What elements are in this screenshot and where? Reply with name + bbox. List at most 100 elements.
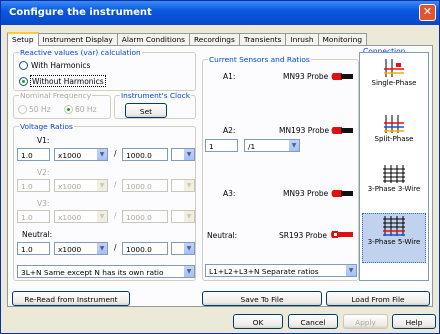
single-phase-icon — [384, 59, 404, 77]
neutral-unit-select[interactable]: ▼ — [171, 242, 195, 255]
a2-ratio-value: /1 — [248, 142, 256, 151]
a1-probe-icon — [331, 73, 353, 80]
tab-setup[interactable]: Setup — [7, 32, 39, 46]
v3-multiplier-select[interactable]: x1000 ▼ — [54, 210, 108, 223]
current-sensors-title: Current Sensors and Ratios — [208, 55, 311, 64]
v1-unit-select[interactable]: ▼ — [171, 148, 195, 161]
v3-unit-select[interactable]: ▼ — [171, 210, 195, 223]
v2-primary-input[interactable]: 1.0 — [17, 179, 50, 192]
chevron-down-icon: ▼ — [183, 211, 194, 222]
hz60-radio[interactable] — [64, 105, 73, 114]
connection-3phase-3wire[interactable]: 3-Phase 3-Wire — [362, 163, 426, 209]
set-clock-button[interactable]: Set — [125, 103, 167, 118]
hz50-radio[interactable] — [18, 105, 27, 114]
window-title: Configure the instrument — [9, 7, 152, 18]
current-mode-value: L1+L2+L3+N Separate ratios — [209, 267, 319, 276]
neutral-multiplier-value: x1000 — [58, 245, 82, 254]
v2-secondary-input[interactable]: 1000.0 — [122, 179, 168, 192]
neutral-secondary-input[interactable]: 1000.0 — [122, 242, 168, 255]
a3-probe-icon — [331, 190, 353, 197]
v3-primary-input[interactable]: 1.0 — [17, 210, 50, 223]
cancel-button[interactable]: Cancel — [288, 314, 338, 329]
reread-button[interactable]: Re-Read from Instrument — [12, 291, 130, 306]
three-phase-5wire-icon — [383, 216, 405, 236]
v1-multiplier-select[interactable]: x1000 ▼ — [54, 148, 108, 161]
ok-button[interactable]: OK — [233, 314, 283, 329]
chevron-down-icon: ▼ — [96, 211, 107, 222]
chevron-down-icon: ▼ — [96, 180, 107, 191]
voltage-mode-select[interactable]: 3L+N Same except N has its own ratio ▼ — [17, 265, 195, 278]
nominal-frequency-group: Nominal Frequency 50 Hz 60 Hz — [13, 91, 111, 119]
v3-slash: / — [114, 211, 117, 220]
voltage-ratios-title: Voltage Ratios — [19, 122, 74, 131]
current-sensors-group: Current Sensors and Ratios A1: MN93 Prob… — [202, 55, 359, 281]
clock-group: Instrument's Clock Set — [114, 91, 196, 119]
connection-3phase-5wire[interactable]: 3-Phase 5-Wire — [362, 213, 426, 263]
chevron-down-icon: ▼ — [345, 265, 356, 276]
a2-ratio-select[interactable]: /1 ▼ — [244, 139, 300, 152]
chevron-down-icon: ▼ — [183, 149, 194, 160]
tab-strip: Setup Instrument Display Alarm Condition… — [7, 32, 368, 46]
close-button[interactable]: ✕ — [419, 4, 436, 21]
hz60-label[interactable]: 60 Hz — [75, 105, 97, 114]
without-harmonics-label[interactable]: Without Harmonics — [30, 75, 106, 87]
chevron-down-icon: ▼ — [183, 180, 194, 191]
apply-button[interactable]: Apply — [343, 314, 388, 329]
a2-probe-name: MN193 Probe — [279, 126, 330, 135]
connection-split-phase-label: Split-Phase — [374, 135, 414, 143]
neutral-slash: / — [114, 243, 117, 252]
a1-probe-name: MN93 Probe — [283, 72, 329, 81]
a1-label: A1: — [223, 72, 236, 81]
voltage-ratios-group: Voltage Ratios V1: 1.0 x1000 ▼ / 1000.0 ▼… — [13, 122, 196, 281]
connection-single-phase[interactable]: Single-Phase — [362, 57, 426, 101]
nominal-frequency-title: Nominal Frequency — [19, 91, 93, 100]
help-button[interactable]: Help — [392, 314, 436, 329]
reactive-values-group: Reactive values (var) calculation With H… — [13, 48, 196, 91]
v3-multiplier-value: x1000 — [58, 213, 82, 222]
clock-title: Instrument's Clock — [120, 91, 191, 100]
neutral-voltage-label: Neutral: — [22, 230, 53, 239]
reactive-values-title: Reactive values (var) calculation — [19, 48, 142, 57]
connection-split-phase[interactable]: Split-Phase — [362, 113, 426, 157]
three-phase-3wire-icon — [383, 165, 405, 183]
v1-label: V1: — [37, 136, 50, 145]
v1-multiplier-value: x1000 — [58, 151, 82, 160]
chevron-down-icon: ▼ — [183, 266, 194, 277]
v2-multiplier-select[interactable]: x1000 ▼ — [54, 179, 108, 192]
split-phase-icon — [384, 115, 404, 133]
chevron-down-icon: ▼ — [96, 149, 107, 160]
voltage-mode-value: 3L+N Same except N has its own ratio — [21, 268, 164, 277]
chevron-down-icon: ▼ — [288, 140, 299, 151]
v2-label: V2: — [37, 168, 50, 177]
a2-ratio-input[interactable]: 1 — [205, 139, 238, 152]
v2-multiplier-value: x1000 — [58, 182, 82, 191]
connection-3phase-3wire-label: 3-Phase 3-Wire — [367, 185, 421, 193]
a3-probe-name: MN93 Probe — [283, 189, 329, 198]
neutral-multiplier-select[interactable]: x1000 ▼ — [54, 242, 108, 255]
v1-secondary-input[interactable]: 1000.0 — [122, 148, 168, 161]
without-harmonics-radio[interactable] — [19, 77, 28, 86]
v1-primary-input[interactable]: 1.0 — [17, 148, 50, 161]
save-to-file-button[interactable]: Save To File — [202, 291, 322, 306]
with-harmonics-radio[interactable] — [19, 61, 28, 70]
close-icon: ✕ — [422, 5, 433, 18]
v2-unit-select[interactable]: ▼ — [171, 179, 195, 192]
neutral-current-label: Neutral: — [207, 231, 238, 240]
v3-label: V3: — [37, 199, 50, 208]
setup-panel: Reactive values (var) calculation With H… — [7, 45, 433, 307]
v3-secondary-input[interactable]: 1000.0 — [122, 210, 168, 223]
a2-label: A2: — [223, 126, 236, 135]
connection-list[interactable]: Single-Phase Split-Phase 3-Phase 3-Wire — [359, 52, 429, 281]
v1-slash: / — [114, 149, 117, 158]
hz50-label[interactable]: 50 Hz — [29, 105, 51, 114]
connection-single-phase-label: Single-Phase — [371, 79, 417, 87]
load-from-file-button[interactable]: Load From File — [326, 291, 430, 306]
a2-probe-icon — [331, 127, 353, 134]
configure-dialog: Configure the instrument ✕ Setup Instrum… — [0, 0, 440, 334]
title-bar[interactable]: Configure the instrument ✕ — [1, 1, 439, 25]
with-harmonics-label[interactable]: With Harmonics — [31, 61, 90, 70]
connection-3phase-5wire-label: 3-Phase 5-Wire — [367, 238, 421, 246]
chevron-down-icon: ▼ — [183, 243, 194, 254]
current-mode-select[interactable]: L1+L2+L3+N Separate ratios ▼ — [205, 264, 357, 277]
neutral-primary-input[interactable]: 1.0 — [17, 242, 50, 255]
